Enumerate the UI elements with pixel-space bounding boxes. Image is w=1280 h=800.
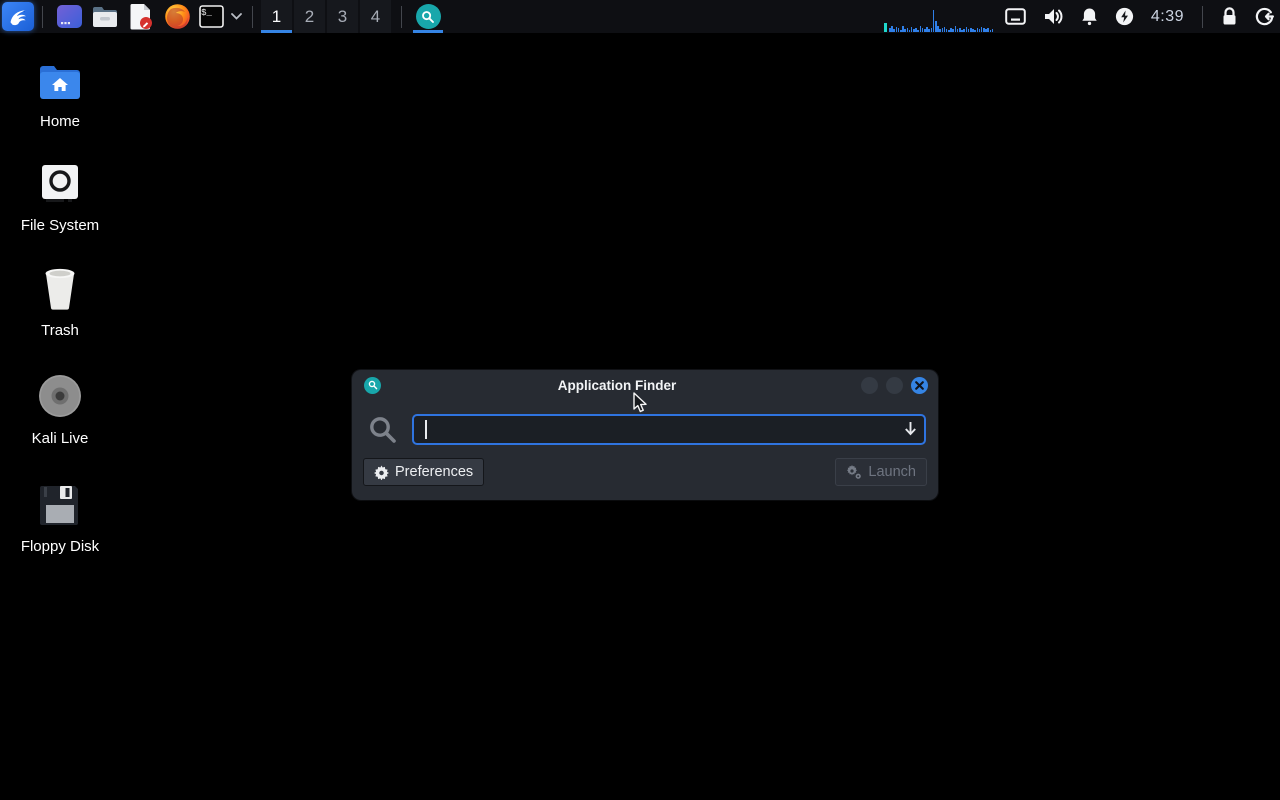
text-editor-launcher[interactable] <box>126 2 156 32</box>
launch-button[interactable]: Launch <box>835 458 927 486</box>
workspace-label: 1 <box>271 6 282 26</box>
preferences-button[interactable]: Preferences <box>363 458 485 486</box>
window-title: Application Finder <box>557 377 677 393</box>
panel-separator <box>1202 5 1203 28</box>
cpu-graph-bars <box>889 10 994 32</box>
volume-tray-icon[interactable] <box>1043 7 1064 26</box>
kali-dragon-icon <box>10 9 26 25</box>
titlebar[interactable]: Application Finder <box>352 370 938 400</box>
desktop-icon-label: Trash <box>41 322 79 339</box>
app-finder-taskbar-button[interactable] <box>412 0 444 33</box>
desktop-icon-label: Kali Live <box>31 430 89 447</box>
terminal-launcher[interactable] <box>54 2 84 32</box>
search-icon <box>422 10 434 23</box>
clock[interactable]: 4:39 <box>1151 8 1184 26</box>
optical-disc-icon <box>37 371 83 419</box>
network-tray-icon[interactable] <box>1005 8 1026 25</box>
file-manager-launcher[interactable] <box>90 2 120 32</box>
gears-icon <box>847 465 862 479</box>
panel-separator <box>252 5 253 28</box>
search-input[interactable] <box>412 414 926 445</box>
hard-disk-icon <box>38 158 82 206</box>
trash-icon <box>39 263 81 311</box>
workspace-button-1[interactable]: 1 <box>261 0 292 33</box>
desktop-icon-label: Floppy Disk <box>20 538 100 555</box>
desktop-icon-file-system[interactable]: File System <box>0 158 120 234</box>
text-caret <box>425 420 427 439</box>
preferences-label: Preferences <box>395 464 474 480</box>
desktop-icon-label: Home <box>39 113 80 130</box>
terminal-icon <box>56 5 82 28</box>
gear-icon <box>374 464 389 480</box>
logout-icon[interactable] <box>1255 7 1274 26</box>
terminal-selector[interactable]: $_ <box>198 2 224 32</box>
terminal-prompt-text: $_ <box>201 8 212 18</box>
home-folder-icon <box>37 54 83 102</box>
workspace-label: 3 <box>337 6 348 26</box>
close-button[interactable] <box>911 376 928 394</box>
cpu-graph-block <box>884 23 887 32</box>
chevron-down-icon <box>230 13 242 20</box>
floppy-disk-icon <box>38 479 82 527</box>
maximize-button[interactable] <box>886 376 903 394</box>
workspace-button-3[interactable]: 3 <box>327 0 358 33</box>
file-manager-icon <box>93 6 117 27</box>
notifications-bell-icon[interactable] <box>1081 7 1098 26</box>
desktop-icon-label: File System <box>20 217 100 234</box>
search-icon-large <box>370 416 396 443</box>
app-finder-window-icon <box>364 376 381 394</box>
power-manager-icon[interactable] <box>1115 7 1134 26</box>
workspace-button-2[interactable]: 2 <box>294 0 325 33</box>
workspace-button-4[interactable]: 4 <box>360 0 391 33</box>
minimize-button[interactable] <box>861 376 878 394</box>
panel-separator <box>42 5 43 28</box>
dropdown-arrow-icon[interactable] <box>904 421 917 441</box>
top-panel: $_ 1 2 3 4 4:39 <box>0 0 1280 33</box>
application-finder-window: Application Finder Preferences Launch <box>352 370 938 500</box>
launch-label: Launch <box>868 464 916 480</box>
lock-screen-icon[interactable] <box>1221 7 1238 26</box>
workspace-label: 2 <box>304 6 315 26</box>
cpu-graph[interactable] <box>884 6 994 32</box>
kali-menu-button[interactable] <box>2 2 34 31</box>
desktop-icon-home[interactable]: Home <box>0 54 120 130</box>
firefox-icon <box>164 4 190 29</box>
panel-separator <box>401 5 402 28</box>
terminal-selector-dropdown[interactable] <box>228 2 244 32</box>
desktop-icon-trash[interactable]: Trash <box>0 263 120 339</box>
desktop-icon-kali-live[interactable]: Kali Live <box>0 371 120 447</box>
close-icon <box>915 380 924 390</box>
workspace-label: 4 <box>370 6 381 26</box>
text-editor-icon <box>130 4 152 30</box>
desktop-icon-floppy-disk[interactable]: Floppy Disk <box>0 479 120 555</box>
firefox-launcher[interactable] <box>162 2 192 32</box>
